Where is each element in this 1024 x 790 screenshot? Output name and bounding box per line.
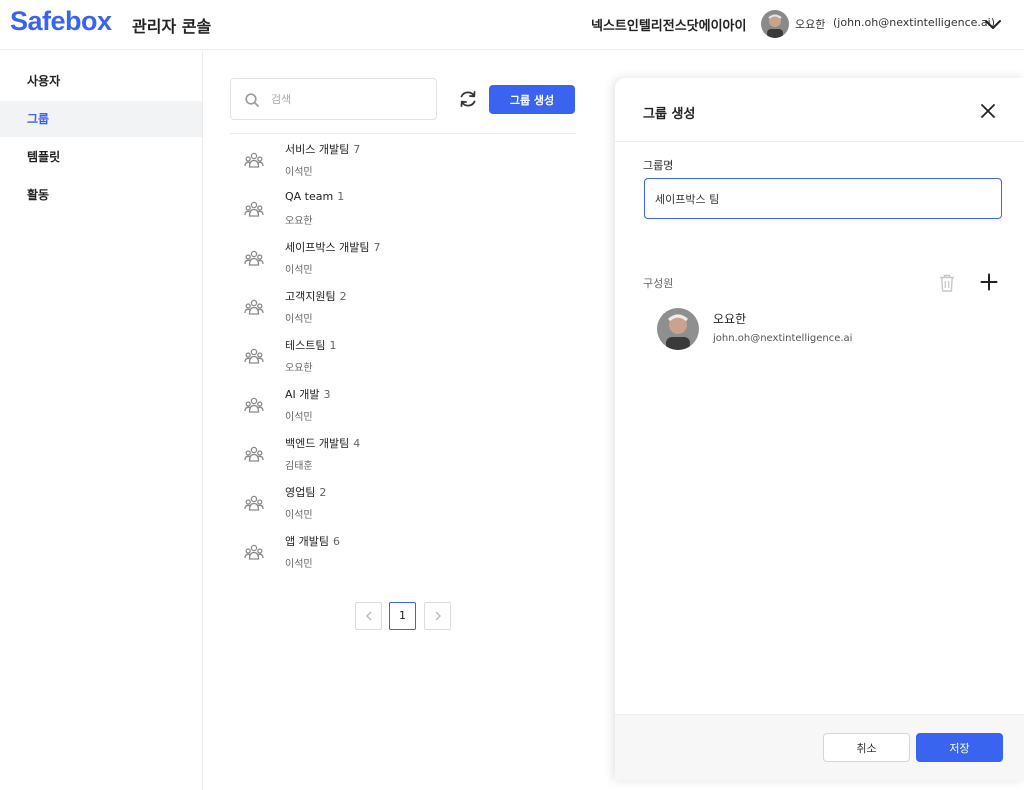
organization-name: 넥스트인텔리전스닷에이아이 [591, 19, 747, 34]
sidebar-item-groups[interactable]: 그룹 [0, 101, 202, 137]
group-name: 서비스 개발팀 [285, 143, 350, 156]
create-group-button[interactable]: 그룹 생성 [489, 85, 575, 114]
group-owner: 이석민 [285, 559, 313, 570]
member-name: 오요한 [713, 312, 747, 326]
group-name: QA team [285, 190, 334, 203]
group-list-item[interactable]: 앱 개발팀 6 이석민 [230, 530, 576, 579]
group-name-line: 백엔드 개발팀 4 [285, 435, 360, 451]
list-divider [230, 133, 576, 134]
group-member-count: 1 [337, 190, 345, 203]
group-member-count: 4 [353, 437, 361, 450]
group-name-input[interactable] [644, 178, 1002, 219]
group-member-count: 2 [339, 290, 347, 303]
pagination-next-button[interactable] [424, 602, 451, 630]
chevron-down-icon[interactable] [983, 14, 1003, 34]
group-member-count: 7 [373, 241, 381, 254]
safebox-logo[interactable]: Safebox [10, 6, 112, 37]
panel-title: 그룹 생성 [643, 107, 696, 122]
group-member-count: 7 [353, 143, 361, 156]
search-input[interactable] [271, 89, 421, 109]
group-member-count: 3 [323, 388, 331, 401]
member-email: john.oh@nextintelligence.ai [713, 333, 853, 344]
group-name: 테스트팀 [285, 339, 326, 352]
sidebar: 사용자 그룹 템플릿 활동 [0, 51, 203, 790]
group-name: 세이프박스 개발팀 [285, 241, 370, 254]
group-owner: 이석민 [285, 265, 313, 276]
group-member-count: 6 [332, 535, 340, 548]
group-owner: 이석민 [285, 167, 313, 178]
group-member-count: 2 [319, 486, 327, 499]
user-name: 오요한 [795, 18, 826, 31]
group-owner: 오요한 [285, 216, 313, 227]
sidebar-item-users[interactable]: 사용자 [0, 63, 202, 99]
group-icon [244, 395, 264, 415]
sidebar-item-activity[interactable]: 활동 [0, 177, 202, 213]
group-owner: 김태훈 [285, 461, 313, 472]
group-list: 서비스 개발팀 7 이석민 QA team 1 오요한 세이프박스 개발팀 7 이석민 고객지원팀… [230, 138, 576, 579]
refresh-icon[interactable] [457, 88, 479, 110]
group-list-item[interactable]: 영업팀 2 이석민 [230, 481, 576, 530]
panel-footer: 취소 저장 [615, 714, 1024, 780]
search-box [230, 78, 437, 120]
group-name-line: AI 개발 3 [285, 386, 331, 402]
panel-header: 그룹 생성 [615, 78, 1024, 142]
group-list-item[interactable]: AI 개발 3 이석민 [230, 383, 576, 432]
group-name-line: QA team 1 [285, 190, 344, 203]
chevron-right-icon [435, 611, 441, 621]
group-name-line: 테스트팀 1 [285, 337, 336, 353]
group-icon [244, 199, 264, 219]
group-list-item[interactable]: 고객지원팀 2 이석민 [230, 285, 576, 334]
group-name-line: 서비스 개발팀 7 [285, 141, 360, 157]
group-list-item[interactable]: 테스트팀 1 오요한 [230, 334, 576, 383]
user-avatar[interactable] [761, 10, 789, 38]
save-button[interactable]: 저장 [916, 733, 1003, 762]
pagination-page-1[interactable]: 1 [389, 602, 416, 630]
group-name-line: 고객지원팀 2 [285, 288, 347, 304]
group-name: 고객지원팀 [285, 290, 336, 303]
console-title: 관리자 콘솔 [132, 17, 212, 36]
group-list-item[interactable]: 백엔드 개발팀 4 김태훈 [230, 432, 576, 481]
group-icon [244, 542, 264, 562]
group-owner: 이석민 [285, 314, 313, 325]
plus-icon[interactable] [980, 273, 998, 291]
group-list-item[interactable]: 세이프박스 개발팀 7 이석민 [230, 236, 576, 285]
group-owner: 오요한 [285, 363, 313, 374]
group-name-line: 세이프박스 개발팀 7 [285, 239, 380, 255]
members-label: 구성원 [643, 277, 674, 290]
member-row[interactable]: 오요한 john.oh@nextintelligence.ai [643, 306, 993, 354]
group-list-item[interactable]: 서비스 개발팀 7 이석민 [230, 138, 576, 187]
group-member-count: 1 [329, 339, 337, 352]
group-name-line: 앱 개발팀 6 [285, 533, 340, 549]
close-icon[interactable] [979, 102, 997, 120]
group-name: 백엔드 개발팀 [285, 437, 350, 450]
group-name-label: 그룹명 [643, 159, 674, 172]
chevron-left-icon [365, 611, 371, 621]
group-owner: 이석민 [285, 412, 313, 423]
group-name: 앱 개발팀 [285, 535, 329, 548]
group-icon [244, 444, 264, 464]
user-email: (john.oh@nextintelligence.ai) [833, 16, 995, 29]
cancel-button[interactable]: 취소 [823, 733, 910, 762]
group-icon [244, 297, 264, 317]
top-header: Safebox 관리자 콘솔 넥스트인텔리전스닷에이아이 오요한 (john.o… [0, 0, 1024, 50]
create-group-panel: 그룹 생성 그룹명 구성원 오요한 john.oh@nextintelligen [615, 78, 1024, 780]
group-name: 영업팀 [285, 486, 316, 499]
group-list-item[interactable]: QA team 1 오요한 [230, 187, 576, 236]
member-avatar [657, 308, 699, 350]
pagination-prev-button[interactable] [355, 602, 382, 630]
group-icon [244, 493, 264, 513]
group-icon [244, 248, 264, 268]
group-icon [244, 150, 264, 170]
group-icon [244, 346, 264, 366]
trash-icon[interactable] [938, 273, 956, 293]
group-owner: 이석민 [285, 510, 313, 521]
sidebar-item-templates[interactable]: 템플릿 [0, 139, 202, 175]
group-name-line: 영업팀 2 [285, 484, 326, 500]
search-icon [244, 92, 260, 108]
group-name: AI 개발 [285, 388, 320, 401]
